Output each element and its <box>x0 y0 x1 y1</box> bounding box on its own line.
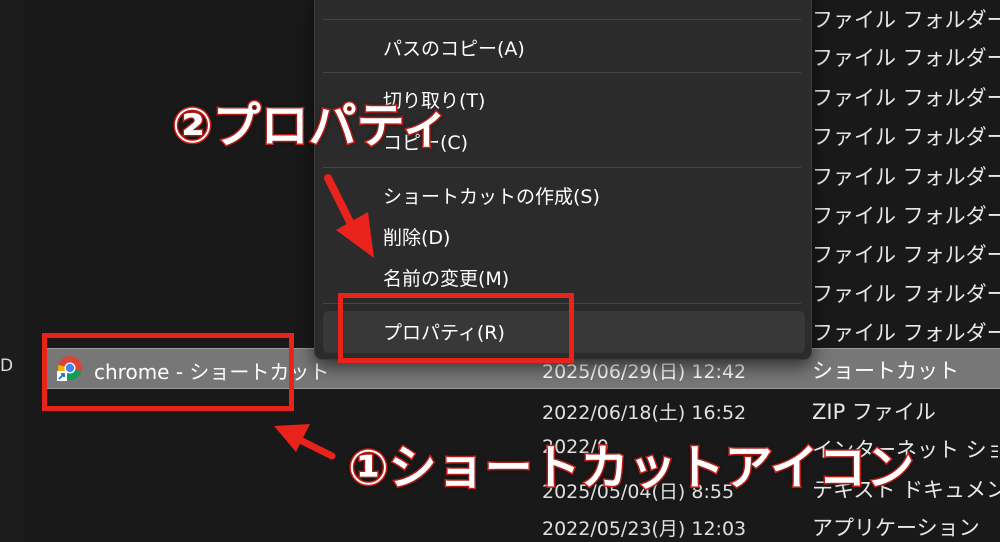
file-type: アプリケーション <box>812 516 980 540</box>
annotation-arrow-down-icon <box>324 174 374 258</box>
folder-type-cell: ファイル フォルダー <box>812 321 1000 345</box>
nav-partial-label: D <box>0 356 14 376</box>
folder-type-cell: ファイル フォルダー <box>812 86 1000 110</box>
folder-type-cell: ファイル フォルダー <box>812 8 1000 32</box>
folder-type-cell: ファイル フォルダー <box>812 46 1000 70</box>
annotation-label-properties: ②プロパティ <box>171 97 452 156</box>
folder-type-cell: ファイル フォルダー <box>812 125 1000 149</box>
folder-type-cell: ファイル フォルダー <box>812 165 1000 189</box>
file-type: ZIP ファイル <box>812 400 936 424</box>
menu-item-create-shortcut[interactable]: ショートカットの作成(S) <box>383 182 600 209</box>
annotation-label-shortcut-icon: ①ショートカットアイコン <box>346 439 915 498</box>
folder-type-cell: ファイル フォルダー <box>812 282 1000 306</box>
menu-item-delete[interactable]: 削除(D) <box>383 223 450 250</box>
annotation-box-shortcut <box>42 333 294 411</box>
annotation-box-properties <box>338 293 574 363</box>
navigation-pane <box>0 0 24 542</box>
folder-type-cell: ファイル フォルダー <box>812 243 1000 267</box>
menu-separator <box>323 72 801 73</box>
menu-item-rename[interactable]: 名前の変更(M) <box>383 264 509 291</box>
menu-separator <box>323 167 801 168</box>
file-type: ショートカット <box>812 359 959 383</box>
file-date: 2022/06/18(土) 16:52 <box>542 402 747 424</box>
file-date: 2022/05/23(月) 12:03 <box>542 518 747 540</box>
menu-item-copy-path[interactable]: パスのコピー(A) <box>383 34 525 61</box>
menu-separator <box>323 19 801 20</box>
annotation-arrow-left-icon <box>274 424 336 460</box>
folder-type-cell: ファイル フォルダー <box>812 204 1000 228</box>
